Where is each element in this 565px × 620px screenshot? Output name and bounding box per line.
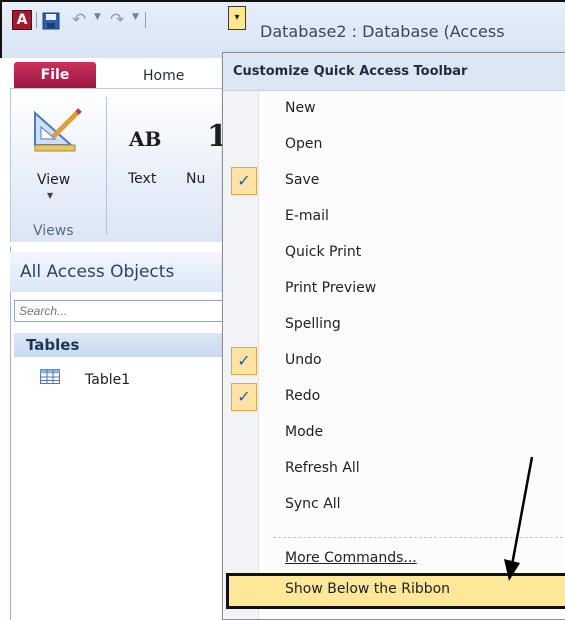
undo-icon[interactable]: ↶	[72, 10, 86, 30]
menu-item-print-preview[interactable]: ✓ Print Preview	[223, 271, 565, 307]
tab-home[interactable]: Home	[115, 62, 215, 88]
chevron-down-icon[interactable]: ▼	[47, 191, 53, 200]
group-separator	[106, 97, 107, 235]
menu-item-spelling[interactable]: ✓ Spelling	[223, 307, 565, 343]
text-field-icon[interactable]: AB	[129, 127, 161, 151]
menu-item-label: Quick Print	[285, 244, 362, 260]
menu-item-undo[interactable]: ✓ Undo	[223, 343, 565, 379]
number-field-button-label[interactable]: Nu	[186, 171, 205, 187]
menu-item-label: Print Preview	[285, 280, 377, 296]
customize-qat-button[interactable]: ▾	[228, 6, 246, 30]
app-window: A ↶ ▼ ↷ ▼ ▾ Database2 : Database (Access…	[0, 0, 565, 620]
menu-item-quick-print[interactable]: ✓ Quick Print	[223, 235, 565, 271]
design-view-icon[interactable]	[31, 107, 83, 153]
check-icon: ✓	[231, 347, 257, 375]
redo-icon[interactable]: ↷	[110, 10, 124, 30]
title-bar: A ↶ ▼ ↷ ▼ ▾ Database2 : Database (Access	[0, 0, 565, 58]
redo-dropdown-icon[interactable]: ▼	[132, 12, 139, 22]
menu-item-label: Open	[285, 136, 323, 152]
view-button-label[interactable]: View	[37, 172, 70, 188]
window-title: Database2 : Database (Access	[260, 22, 505, 41]
menu-item-label: Mode	[285, 424, 324, 440]
menu-item-label: E-mail	[285, 208, 329, 224]
menu-item-label: Sync All	[285, 496, 341, 512]
menu-item-email[interactable]: ✓ E-mail	[223, 199, 565, 235]
tables-group-header[interactable]: Tables	[14, 333, 225, 357]
menu-item-label: Show Below the Ribbon	[285, 581, 451, 597]
menu-item-label: Redo	[285, 388, 321, 404]
views-group-label: Views	[33, 223, 74, 239]
menu-item-label: Undo	[285, 352, 322, 368]
menu-item-label: Refresh All	[285, 460, 360, 476]
annotation-arrow	[504, 456, 534, 581]
menu-item-new[interactable]: ✓ New	[223, 91, 565, 127]
menu-item-save[interactable]: ✓ Save	[223, 163, 565, 199]
tab-file[interactable]: File	[14, 62, 96, 88]
save-icon[interactable]	[42, 12, 60, 30]
table-icon	[40, 369, 60, 384]
menu-item-redo[interactable]: ✓ Redo	[223, 379, 565, 415]
menu-item-label: Save	[285, 172, 320, 188]
menu-item-mode[interactable]: ✓ Mode	[223, 415, 565, 451]
qat-separator	[36, 12, 37, 28]
menu-item-label: New	[285, 100, 316, 116]
check-icon: ✓	[231, 167, 257, 195]
menu-item-label: Spelling	[285, 316, 341, 332]
menu-item-open[interactable]: ✓ Open	[223, 127, 565, 163]
undo-dropdown-icon[interactable]: ▼	[94, 12, 101, 22]
qat-separator	[145, 12, 146, 28]
text-field-button-label[interactable]: Text	[128, 171, 156, 187]
access-app-icon[interactable]: A	[12, 10, 32, 30]
search-input[interactable]	[14, 300, 234, 322]
nav-item-table1[interactable]: Table1	[85, 372, 130, 388]
menu-header: Customize Quick Access Toolbar	[223, 53, 565, 91]
nav-pane-header[interactable]: All Access Objects	[10, 252, 225, 292]
menu-item-label: More Commands...	[285, 550, 417, 566]
check-icon: ✓	[231, 383, 257, 411]
